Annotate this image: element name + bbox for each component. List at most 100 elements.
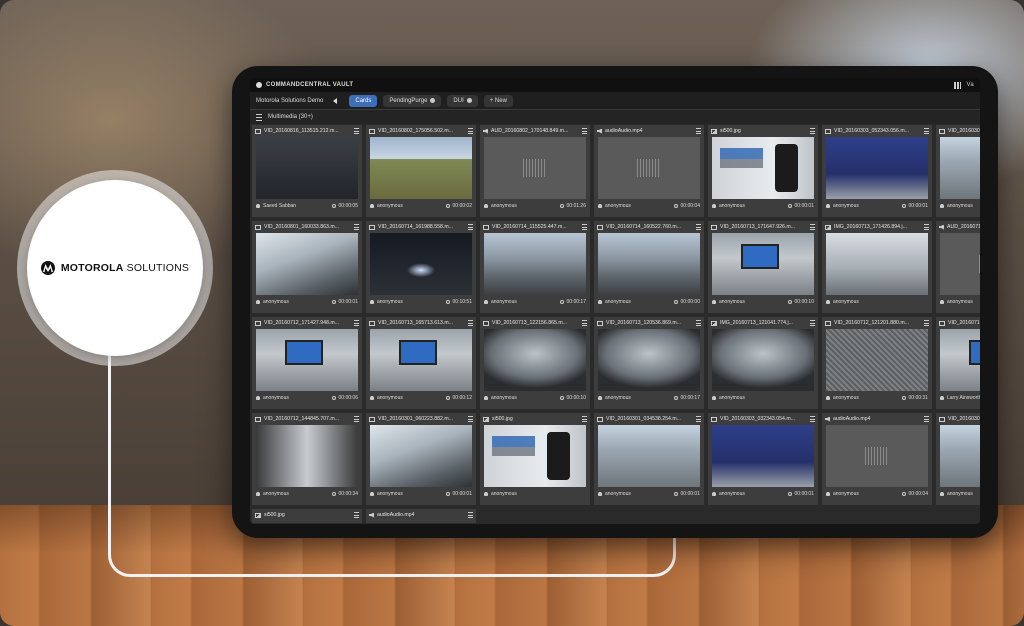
card-filename[interactable]: VID_20160301_060223.882.m... — [378, 416, 465, 422]
card-menu-icon[interactable] — [468, 512, 473, 518]
card-filename[interactable]: AUD_20160802_170148.849.m... — [491, 128, 579, 134]
card-menu-icon[interactable] — [582, 224, 587, 230]
card-menu-icon[interactable] — [468, 416, 473, 422]
media-card[interactable]: VID_20160801_160033.863.m... anonymous 00:… — [252, 221, 362, 313]
card-filename[interactable]: VID_20160301_0... — [948, 416, 980, 422]
card-menu-icon[interactable] — [582, 128, 587, 134]
card-filename[interactable]: VID_20160714_115525.447.m... — [492, 224, 579, 230]
tab-pendingpurge[interactable]: PendingPurge — [383, 94, 442, 107]
media-card[interactable]: VID_20160713_122156.865.m... anonymous 00:… — [480, 317, 590, 409]
card-menu-icon[interactable] — [354, 128, 359, 134]
media-card[interactable]: VID_20160303_032343.054.m... anonymous 00:… — [708, 413, 818, 505]
media-card[interactable]: VID_20160713_120536.869.m... anonymous 00:… — [594, 317, 704, 409]
card-thumbnail[interactable] — [370, 425, 472, 487]
media-card[interactable]: audioAudio.mp4 anonymous 00:00:04 — [594, 125, 704, 217]
card-filename[interactable]: IMG_20160713_171426.894.j... — [834, 224, 921, 230]
close-tab-icon[interactable] — [466, 98, 472, 103]
card-thumbnail[interactable] — [598, 233, 700, 295]
card-filename[interactable]: VID_20160713_122156.865.m... — [492, 320, 579, 326]
card-menu-icon[interactable] — [810, 224, 815, 230]
card-menu-icon[interactable] — [354, 416, 359, 422]
card-menu-icon[interactable] — [696, 224, 701, 230]
workspace-name[interactable]: Motorola Solutions Demo — [256, 98, 323, 104]
new-tab-button[interactable]: + New — [483, 94, 513, 107]
card-thumbnail[interactable] — [256, 137, 358, 199]
card-thumbnail[interactable] — [712, 425, 814, 487]
media-card[interactable]: VID_20160816_113515.212.m... Saeed Sabban… — [252, 125, 362, 217]
card-menu-icon[interactable] — [810, 128, 815, 134]
card-filename[interactable]: VID_20160303_032343.054.m... — [720, 416, 807, 422]
card-filename[interactable]: IMG_20160713_121041.774.j... — [720, 320, 807, 326]
card-thumbnail[interactable] — [826, 329, 928, 391]
card-thumbnail[interactable] — [826, 137, 928, 199]
card-filename[interactable]: si500.jpg — [492, 416, 579, 422]
card-thumbnail[interactable] — [826, 425, 928, 487]
card-menu-icon[interactable] — [468, 320, 473, 326]
media-card[interactable]: si500.jpg anonymous 00:00:01 — [708, 125, 818, 217]
media-card[interactable]: VID_20160713_171647.926.m... anonymous 00:… — [708, 221, 818, 313]
card-thumbnail[interactable] — [598, 137, 700, 199]
media-card[interactable]: AUD_20160802_170148.849.m... anonymous 00:… — [480, 125, 590, 217]
card-thumbnail[interactable] — [712, 233, 814, 295]
media-card[interactable]: VID_20160303_052343.056.m... anonymous 00:… — [822, 125, 932, 217]
user-menu[interactable]: Va — [967, 82, 975, 88]
card-thumbnail[interactable] — [940, 329, 980, 391]
media-card[interactable]: IMG_20160713_121041.774.j... anonymous — [708, 317, 818, 409]
card-filename[interactable]: VID_20160303_052343.056.m... — [834, 128, 921, 134]
card-filename[interactable]: VID_20160713_171647.926.m... — [720, 224, 807, 230]
media-card[interactable]: VID_20160802_175056.502.m... anonymous 00:… — [366, 125, 476, 217]
card-thumbnail[interactable] — [484, 137, 586, 199]
media-card[interactable]: VID_20160301_034538.254.m... anonymous 00:… — [594, 413, 704, 505]
card-thumbnail[interactable] — [598, 425, 700, 487]
media-card[interactable]: IMG_20160713_171426.894.j... anonymous — [822, 221, 932, 313]
media-card[interactable]: VID_20160712_171427.948.m... anonymous 00:… — [252, 317, 362, 409]
media-card[interactable]: VID_20160712_1... Larry Ainsworth — [936, 317, 980, 409]
card-menu-icon[interactable] — [468, 128, 473, 134]
card-thumbnail[interactable] — [598, 329, 700, 391]
card-menu-icon[interactable] — [924, 320, 929, 326]
media-card[interactable]: VID_20160712_144845.707.m... anonymous 00:… — [252, 413, 362, 505]
card-filename[interactable]: VID_20160713_120536.869.m... — [606, 320, 693, 326]
card-filename[interactable]: VID_20160712_1... — [948, 320, 980, 326]
card-menu-icon[interactable] — [468, 224, 473, 230]
card-thumbnail[interactable] — [712, 137, 814, 199]
card-thumbnail[interactable] — [484, 425, 586, 487]
apps-grid-icon[interactable] — [953, 81, 961, 89]
card-filename[interactable]: AUD_20160713_1... — [947, 224, 980, 230]
card-menu-icon[interactable] — [696, 128, 701, 134]
collapse-left-icon[interactable] — [333, 97, 338, 104]
card-menu-icon[interactable] — [696, 320, 701, 326]
card-filename[interactable]: VID_20160712_121201.880.m... — [834, 320, 921, 326]
media-card[interactable]: audioAudio.mp4 — [366, 509, 476, 523]
card-thumbnail[interactable] — [370, 233, 472, 295]
media-card[interactable]: VID_20160301_0... anonymous — [936, 125, 980, 217]
card-filename[interactable]: audioAudio.mp4 — [833, 416, 921, 422]
card-menu-icon[interactable] — [582, 320, 587, 326]
card-filename[interactable]: VID_20160816_113515.212.m... — [264, 128, 351, 134]
media-card[interactable]: si500.jpg anonymous — [480, 413, 590, 505]
card-filename[interactable]: VID_20160301_034538.254.m... — [606, 416, 693, 422]
card-menu-icon[interactable] — [696, 416, 701, 422]
media-card[interactable]: AUD_20160713_1... anonymous — [936, 221, 980, 313]
media-card[interactable]: audioAudio.mp4 anonymous 00:00:04 — [822, 413, 932, 505]
card-filename[interactable]: VID_20160714_161988.558.m... — [378, 224, 465, 230]
card-filename[interactable]: VID_20160712_171427.948.m... — [264, 320, 351, 326]
media-card[interactable]: VID_20160301_0... anonymous — [936, 413, 980, 505]
media-card[interactable]: VID_20160712_121201.880.m... anonymous 00:… — [822, 317, 932, 409]
media-card[interactable]: si500.jpg — [252, 509, 362, 523]
card-thumbnail[interactable] — [712, 329, 814, 391]
card-menu-icon[interactable] — [924, 128, 929, 134]
card-filename[interactable]: VID_20160301_0... — [948, 128, 980, 134]
media-card[interactable]: VID_20160714_115525.447.m... anonymous 00:… — [480, 221, 590, 313]
tab-dui[interactable]: DUI — [447, 94, 478, 107]
card-filename[interactable]: VID_20160712_144845.707.m... — [264, 416, 351, 422]
close-tab-icon[interactable] — [430, 98, 436, 103]
card-menu-icon[interactable] — [354, 512, 359, 518]
card-filename[interactable]: si500.jpg — [264, 512, 351, 518]
card-filename[interactable]: VID_20160802_175056.502.m... — [378, 128, 465, 134]
card-filename[interactable]: si500.jpg — [720, 128, 807, 134]
card-menu-icon[interactable] — [924, 416, 929, 422]
card-filename[interactable]: VID_20160714_160522.760.m... — [606, 224, 693, 230]
media-card[interactable]: VID_20160301_060223.882.m... anonymous 00:… — [366, 413, 476, 505]
card-menu-icon[interactable] — [354, 224, 359, 230]
